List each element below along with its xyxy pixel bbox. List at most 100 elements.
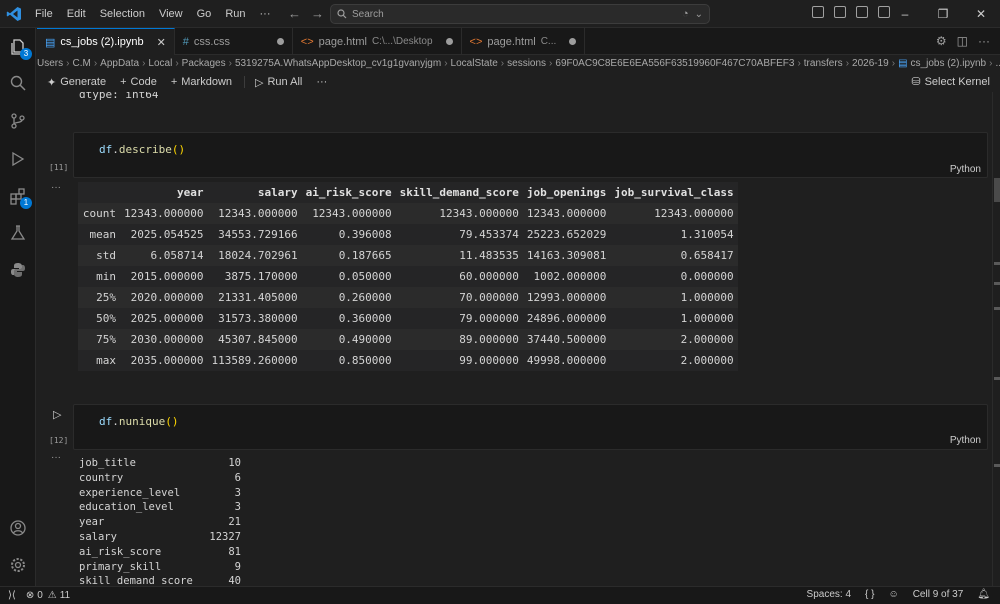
notifications-bell-icon[interactable]: 🔔︎ (977, 589, 990, 600)
menu-run[interactable]: Run (218, 0, 252, 28)
code-parens: () (165, 415, 179, 428)
gear-icon[interactable]: ⚙ (936, 34, 947, 48)
table-cell: 0.658417 (680, 249, 734, 262)
breadcrumb-item[interactable]: C.M (72, 58, 90, 69)
source-control-icon[interactable] (8, 111, 28, 131)
layout-icon[interactable] (812, 6, 824, 18)
table-cell: 0.850000 (338, 354, 392, 367)
tab-css-css[interactable]: # css.css (175, 28, 293, 55)
html-file-icon: <> (300, 35, 314, 48)
menu-more[interactable]: ··· (253, 0, 278, 28)
column-header: salary (257, 186, 298, 199)
tab-page-html[interactable]: <> page.html C... (462, 28, 586, 55)
code-variable: df (99, 143, 113, 156)
scrollbar-thumb[interactable] (994, 178, 1000, 202)
table-cell: 113589.260000 (211, 354, 298, 367)
row-index: mean (89, 228, 117, 241)
notebook-toolbar: ✦ Generate + Code + Markdown ▷ Run All ·… (37, 72, 1000, 92)
kernel-icon: ⛁ (911, 76, 921, 88)
add-markdown-cell-button[interactable]: + Markdown (171, 76, 232, 88)
output-more-icon[interactable]: ··· (51, 452, 61, 463)
menu-selection[interactable]: Selection (93, 0, 152, 28)
indentation-indicator[interactable]: Spaces: 4 (807, 589, 851, 600)
unsaved-dot-icon (569, 38, 577, 45)
more-actions-icon[interactable]: ··· (978, 34, 990, 48)
language-mode-indicator[interactable]: { } (865, 589, 874, 600)
tab-cs-jobs-notebook[interactable]: ▤ cs_jobs (2).ipynb ✕ (37, 28, 175, 55)
menu-go[interactable]: Go (190, 0, 219, 28)
breadcrumb-item[interactable]: LocalState (451, 58, 498, 69)
breadcrumb-item[interactable]: 5319275A.WhatsAppDesktop_cv1g1gvanyjgm (235, 58, 441, 69)
vscode-logo-icon (0, 0, 28, 28)
add-code-cell-button[interactable]: + Code (120, 76, 157, 88)
toggle-panel-icon[interactable] (856, 6, 868, 18)
generate-label: Generate (60, 76, 107, 88)
breadcrumb-item[interactable]: ... (995, 58, 1000, 69)
split-editor-icon[interactable]: ◫ (957, 34, 968, 48)
output-more-icon[interactable]: ··· (51, 182, 61, 193)
breadcrumb-item[interactable]: AppData (100, 58, 139, 69)
table-cell: 12343.000000 (124, 207, 204, 220)
breadcrumb-item[interactable]: 2026-19 (852, 58, 889, 69)
restore-icon[interactable]: ❐ (924, 0, 962, 28)
table-row: 75% 2030.000000 45307.845000 0.490000 89.000… (78, 329, 738, 350)
cell-position-indicator[interactable]: Cell 9 of 37 (913, 589, 964, 600)
cell-language-label[interactable]: Python (950, 435, 981, 446)
cell-code-text[interactable]: df.describe() (99, 143, 185, 156)
python-icon[interactable] (8, 260, 28, 280)
forward-arrow-icon[interactable]: → (311, 6, 324, 21)
row-index: max (96, 354, 116, 367)
code-cell-nunique[interactable]: df.nunique() Python (73, 404, 988, 450)
vertical-scrollbar[interactable] (992, 92, 1000, 586)
table-row: 25% 2020.000000 21331.405000 0.260000 70.000… (78, 287, 738, 308)
command-search-box[interactable]: Search ◔ ⌄ (330, 4, 710, 24)
breadcrumb: Users › C.M › AppData › Local › Packages › 53… (37, 55, 1000, 72)
breadcrumb-item[interactable]: sessions (507, 58, 546, 69)
toggle-sidebar-icon[interactable] (834, 6, 846, 18)
settings-gear-icon[interactable] (8, 555, 28, 575)
select-kernel-button[interactable]: ⛁ Select Kernel (911, 75, 990, 89)
breadcrumb-item[interactable]: Users (37, 58, 63, 69)
notebook-editor[interactable]: dtype: int64 df.describe() Python [11] ·… (37, 92, 992, 586)
table-cell: 2020.000000 (130, 291, 204, 304)
testing-flask-icon[interactable] (8, 223, 28, 243)
explorer-icon[interactable]: 3 (8, 37, 32, 60)
cell-language-label[interactable]: Python (950, 164, 981, 175)
series-value: 12327 (209, 530, 241, 543)
table-cell: 12343.000000 (654, 207, 734, 220)
remote-icon[interactable]: ⟩⟨ (8, 590, 16, 601)
run-debug-icon[interactable] (8, 149, 28, 169)
chevron-down-icon[interactable]: ⌄ (695, 9, 703, 20)
breadcrumb-item[interactable]: Packages (182, 58, 226, 69)
run-cell-icon[interactable]: ▷ (53, 408, 61, 421)
table-row: 50% 2025.000000 31573.380000 0.360000 79.000… (78, 308, 738, 329)
problems-indicator[interactable]: ⊗ 0 ⚠ 11 (26, 590, 70, 601)
table-cell: 12343.000000 (218, 207, 298, 220)
account-icon[interactable] (8, 518, 28, 538)
minimize-icon[interactable]: – (886, 0, 924, 28)
cell-code-text[interactable]: df.nunique() (99, 415, 178, 428)
series-key: job_title (79, 457, 136, 469)
unsaved-dot-icon (276, 38, 284, 45)
run-all-button[interactable]: ▷ Run All (255, 76, 302, 89)
code-cell-describe[interactable]: df.describe() Python (73, 132, 988, 178)
close-icon[interactable]: ✕ (962, 0, 1000, 28)
breadcrumb-item[interactable]: 69F0AC9C8E6E6EA556F63519960F467C70ABFEF3 (555, 58, 794, 69)
generate-button[interactable]: ✦ Generate (47, 76, 106, 89)
breadcrumb-item[interactable]: transfers (804, 58, 843, 69)
back-arrow-icon[interactable]: ← (288, 6, 301, 21)
extensions-icon[interactable]: 1 (8, 186, 32, 209)
search-icon[interactable] (8, 73, 28, 93)
toolbar-more-button[interactable]: ··· (316, 76, 327, 88)
menu-file[interactable]: File (28, 0, 60, 28)
menu-edit[interactable]: Edit (60, 0, 93, 28)
breadcrumb-item[interactable]: Local (148, 58, 172, 69)
breadcrumb-item[interactable]: cs_jobs (2).ipynb (911, 58, 987, 69)
copilot-status-icon[interactable]: ☺ (888, 589, 898, 600)
menu-view[interactable]: View (152, 0, 190, 28)
copilot-icon[interactable]: ◔ (682, 8, 689, 20)
tab-page-html-desktop[interactable]: <> page.html C:\...\Desktop (293, 28, 462, 55)
table-cell: 11.483535 (459, 249, 519, 262)
column-header: ai_risk_score (305, 186, 392, 199)
tab-close-icon[interactable]: ✕ (157, 36, 166, 49)
